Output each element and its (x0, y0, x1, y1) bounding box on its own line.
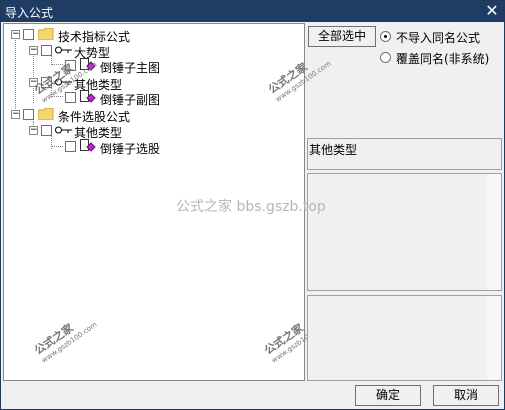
node-checkbox[interactable] (41, 125, 52, 136)
tree-node-label: 倒锤子选股 (100, 142, 161, 156)
detail-area[interactable] (307, 295, 502, 381)
node-checkbox[interactable] (41, 45, 52, 56)
options-pane: 全部选中 不导入同名公式 覆盖同名(非系统) 公式之家 www.gszb100.c… (266, 23, 503, 381)
key-icon (55, 126, 72, 134)
radio-label: 不导入同名公式 (396, 31, 481, 45)
watermark-stamp: 公式之家 www.gszb100.com (32, 320, 99, 365)
formula-type-value: 其他类型 (309, 143, 358, 157)
collapse-icon[interactable]: − (29, 46, 38, 55)
description-area[interactable] (307, 173, 502, 291)
tree-node-selection[interactable]: 倒锤子选股 (4, 139, 304, 156)
collapse-icon[interactable]: − (29, 126, 38, 135)
tree-node-label: 倒锤子副图 (100, 93, 161, 107)
watermark-text: 公式之家 bbs.gszb.top (176, 199, 326, 215)
close-icon[interactable]: ✕ (484, 2, 500, 20)
radio-button[interactable] (380, 31, 391, 42)
node-checkbox[interactable] (23, 29, 34, 40)
node-checkbox[interactable] (23, 109, 34, 120)
node-checkbox[interactable] (65, 141, 76, 152)
key-icon (55, 46, 72, 54)
cancel-button[interactable]: 取消 (433, 385, 499, 406)
formula-type-display: 其他类型 (307, 138, 502, 170)
formula-doc-icon (80, 90, 96, 103)
radio-overwrite[interactable]: 覆盖同名(非系统) (380, 50, 500, 66)
radio-skip-duplicates[interactable]: 不导入同名公式 (380, 29, 500, 45)
folder-icon (38, 28, 54, 40)
formula-doc-icon (80, 139, 96, 152)
title-bar: 导入公式 ✕ (1, 1, 504, 22)
scrollbar[interactable] (487, 174, 501, 290)
tree-node-label: 倒锤子主图 (100, 61, 161, 75)
import-formula-dialog: 导入公式 ✕ − 技术指标公式 − 大势型 倒锤子主图 − 其他类型 倒锤子副图… (0, 0, 505, 410)
node-checkbox[interactable] (65, 92, 76, 103)
tree-node-stock-selection[interactable]: − 条件选股公式 (4, 107, 304, 124)
scrollbar[interactable] (487, 296, 501, 380)
tree-node-trend[interactable]: − 大势型 (4, 43, 304, 60)
collapse-icon[interactable]: − (11, 30, 20, 39)
tree-node-other-2[interactable]: − 其他类型 (4, 123, 304, 140)
window-title: 导入公式 (5, 6, 54, 20)
collapse-icon[interactable]: − (11, 110, 20, 119)
radio-label: 覆盖同名(非系统) (396, 52, 490, 66)
folder-icon (38, 108, 54, 120)
footer-bar: 确定 取消 (1, 382, 504, 409)
tree-node-technical[interactable]: − 技术指标公式 (4, 27, 304, 44)
select-all-button[interactable]: 全部选中 (308, 26, 376, 47)
ok-button[interactable]: 确定 (355, 385, 421, 406)
radio-button[interactable] (380, 52, 391, 63)
